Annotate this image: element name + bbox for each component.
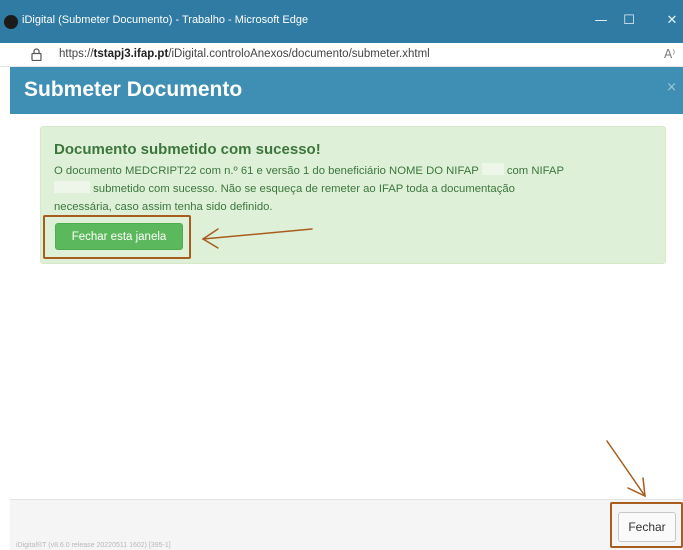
address-bar[interactable]: https://tstapj3.ifap.pt/iDigital.control… [0,43,683,67]
dialog-close-icon[interactable]: × [666,80,677,95]
window-title: iDigital (Submeter Documento) - Trabalho… [22,14,309,26]
read-aloud-icon[interactable]: A⁾ [664,47,675,61]
app-logo-icon [4,15,18,29]
dialog-title: Submeter Documento [24,78,243,101]
close-window-icon[interactable]: ✕ [660,10,683,32]
redacted-nifap [54,181,90,193]
success-heading: Documento submetido com sucesso! [54,141,321,158]
url-text[interactable]: https://tstapj3.ifap.pt/iDigital.control… [59,48,430,60]
redacted-name [481,163,504,175]
dialog-footer: iDigital®T (v8.6.0 release 20220511 1602… [10,499,683,550]
highlight-box-close [610,502,683,548]
minimize-button[interactable]: — [589,10,613,32]
success-message: O documento MEDCRIPT22 com n.º 61 e vers… [54,163,564,213]
highlight-box-close-window [43,215,191,259]
dialog-header: Submeter Documento × [10,67,683,114]
browser-title-bar: iDigital (Submeter Documento) - Trabalho… [0,0,683,43]
version-text: iDigital®T (v8.6.0 release 20220511 1602… [16,542,171,549]
lock-icon[interactable] [31,48,42,61]
maximize-button[interactable]: ☐ [617,10,641,32]
